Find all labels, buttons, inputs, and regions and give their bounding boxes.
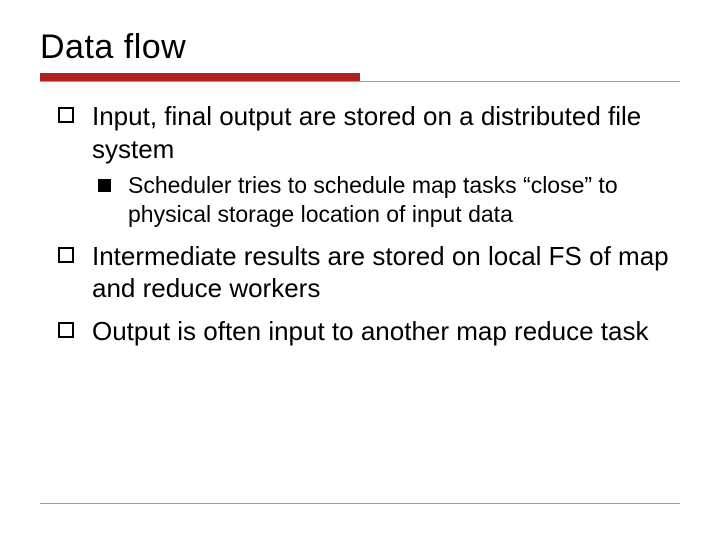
bullet-list: Input, final output are stored on a dist… [58,100,670,347]
list-item: Intermediate results are stored on local… [58,240,670,305]
list-item: Input, final output are stored on a dist… [58,100,670,230]
filled-square-icon [98,179,111,192]
bullet-text: Intermediate results are stored on local… [92,241,669,304]
sub-bullet-list: Scheduler tries to schedule map tasks “c… [98,171,670,230]
title-underline-thin [40,81,680,82]
slide-body: Input, final output are stored on a dist… [40,100,680,347]
hollow-square-icon [58,322,74,338]
bullet-text: Input, final output are stored on a dist… [92,101,641,164]
slide: Data flow Input, final output are stored… [0,0,720,540]
hollow-square-icon [58,107,74,123]
slide-title: Data flow [40,28,680,67]
bullet-text: Scheduler tries to schedule map tasks “c… [128,172,618,227]
hollow-square-icon [58,247,74,263]
list-item: Output is often input to another map red… [58,315,670,348]
title-underline [40,73,680,82]
bullet-text: Output is often input to another map red… [92,316,648,346]
footer-rule [40,503,680,504]
list-item: Scheduler tries to schedule map tasks “c… [98,171,670,230]
